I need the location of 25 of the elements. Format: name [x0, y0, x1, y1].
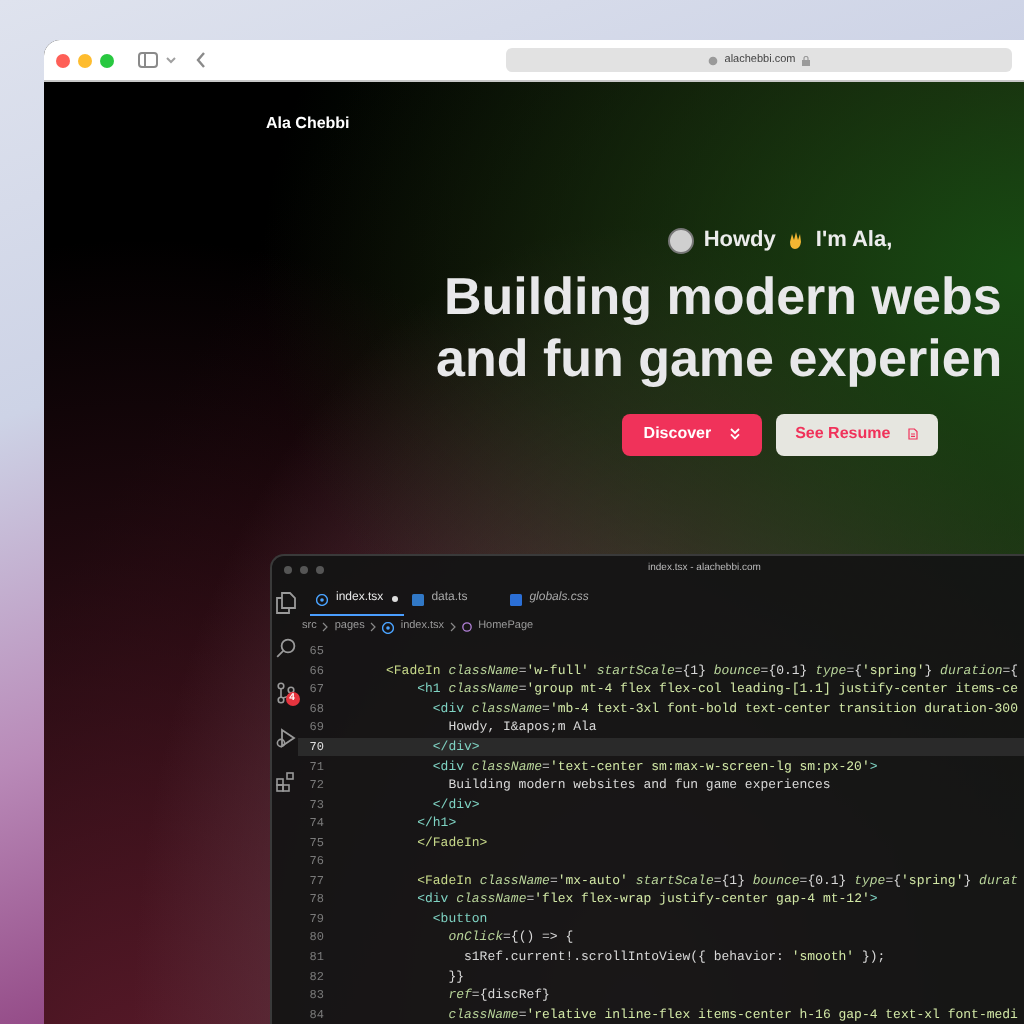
- chevron-right-icon: [450, 622, 457, 632]
- file-type-icon: [411, 593, 424, 605]
- run-debug-icon[interactable]: [275, 728, 295, 748]
- chevron-right-icon: [370, 622, 377, 632]
- chevron-down-icon[interactable]: [166, 56, 176, 64]
- search-icon[interactable]: [275, 638, 295, 658]
- document-icon: [908, 428, 919, 440]
- headline-text: Building modern webs: [444, 265, 1004, 327]
- files-icon[interactable]: [275, 592, 295, 614]
- back-icon[interactable]: [196, 52, 206, 68]
- greeting-text: I'm Ala,: [815, 226, 893, 256]
- sidebar-icon[interactable]: [138, 52, 158, 68]
- lock-icon: [801, 55, 810, 65]
- headline-text: and fun game experien: [436, 327, 1005, 389]
- avatar: [667, 227, 694, 254]
- site-brand[interactable]: Ala Chebbi: [266, 112, 1024, 136]
- greeting-text: Howdy: [703, 226, 776, 256]
- double-chevron-down-icon: [729, 428, 740, 440]
- extensions-icon[interactable]: [275, 772, 295, 792]
- discover-button[interactable]: Discover: [621, 413, 762, 455]
- file-type-icon: [509, 593, 522, 605]
- globe-icon: [708, 55, 719, 65]
- chevron-right-icon: [322, 622, 329, 632]
- component-icon: [462, 622, 473, 632]
- source-control-icon[interactable]: [275, 682, 295, 704]
